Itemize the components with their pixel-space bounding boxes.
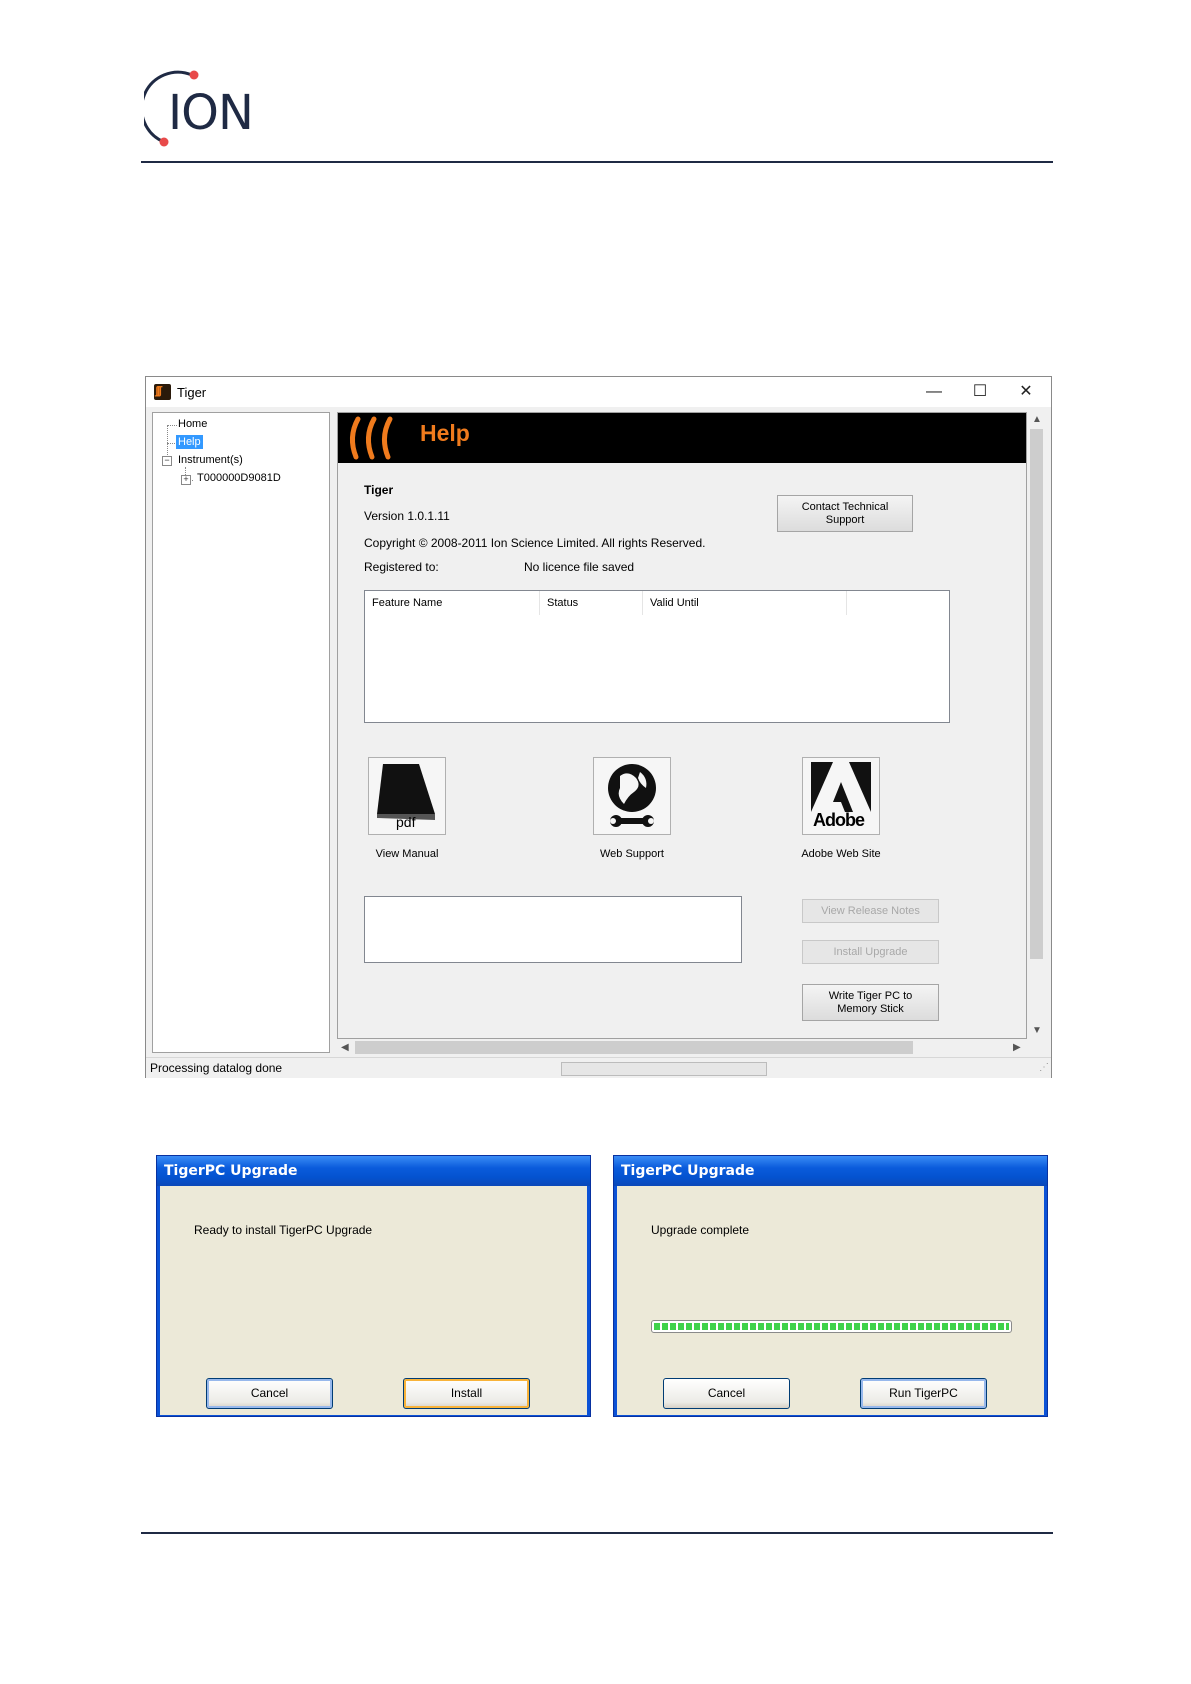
install-upgrade-button: Install Upgrade bbox=[802, 940, 939, 964]
maximize-button[interactable]: ☐ bbox=[957, 377, 1003, 407]
horizontal-scrollbar[interactable]: ◀ ▶ bbox=[337, 1039, 1027, 1056]
registered-label: Registered to: bbox=[364, 560, 439, 574]
upgrade-dialog-ready: TigerPC Upgrade Ready to install TigerPC… bbox=[156, 1155, 591, 1417]
upgrade-dialog-complete: TigerPC Upgrade Upgrade complete Cancel … bbox=[613, 1155, 1048, 1417]
banner-title: Help bbox=[420, 420, 470, 446]
footer-rule bbox=[141, 1532, 1053, 1534]
help-banner: Help bbox=[338, 413, 1026, 463]
cancel-button[interactable]: Cancel bbox=[206, 1378, 333, 1409]
vertical-scrollbar[interactable]: ▲ ▼ bbox=[1028, 412, 1045, 1039]
dialog-message: Upgrade complete bbox=[651, 1223, 750, 1237]
view-release-notes-button: View Release Notes bbox=[802, 899, 939, 923]
help-panel: Help Tiger Version 1.0.1.11 Copyright © … bbox=[337, 412, 1027, 1039]
view-manual-button[interactable]: pdf bbox=[368, 757, 446, 835]
adobe-glyph-text: Adobe bbox=[813, 810, 865, 830]
registered-value: No licence file saved bbox=[524, 560, 635, 574]
adobe-web-site-button[interactable]: Adobe bbox=[802, 757, 880, 835]
tree-item-home[interactable]: Home bbox=[178, 418, 207, 430]
upgrade-progress-bar bbox=[651, 1320, 1012, 1333]
logo-text: ION bbox=[168, 85, 254, 141]
status-bar: Processing datalog done ⋰ bbox=[146, 1057, 1051, 1078]
tiger-app-icon: ʃʃʃ bbox=[154, 384, 171, 400]
dialog-title[interactable]: TigerPC Upgrade bbox=[614, 1156, 1047, 1186]
web-support-label: Web Support bbox=[599, 848, 664, 860]
column-header-valid-until[interactable]: Valid Until bbox=[643, 591, 847, 615]
cancel-button[interactable]: Cancel bbox=[663, 1378, 790, 1409]
column-header-feature-name[interactable]: Feature Name bbox=[365, 591, 540, 615]
horizontal-scroll-thumb[interactable] bbox=[355, 1041, 913, 1054]
tree-item-help[interactable]: Help bbox=[176, 435, 203, 449]
dialog-body: Upgrade complete Cancel Run TigerPC bbox=[617, 1186, 1044, 1415]
globe-wrench-icon bbox=[608, 764, 656, 827]
pdf-glyph-text: pdf bbox=[396, 814, 416, 830]
resize-grip-icon[interactable]: ⋰ bbox=[1039, 1062, 1049, 1073]
vertical-scroll-thumb[interactable] bbox=[1030, 429, 1043, 959]
scroll-down-icon[interactable]: ▼ bbox=[1032, 1025, 1042, 1036]
header-rule bbox=[141, 161, 1053, 163]
status-progress-bar bbox=[561, 1062, 767, 1076]
dialog-body: Ready to install TigerPC Upgrade Cancel … bbox=[160, 1186, 587, 1415]
view-manual-label: View Manual bbox=[375, 848, 439, 860]
scroll-up-icon[interactable]: ▲ bbox=[1032, 414, 1042, 425]
tiger-flames-icon bbox=[350, 416, 393, 460]
adobe-web-site-label: Adobe Web Site bbox=[801, 848, 881, 860]
feature-list[interactable]: Feature Name Status Valid Until bbox=[364, 590, 950, 723]
scroll-left-icon[interactable]: ◀ bbox=[341, 1042, 349, 1053]
tiger-window: ʃʃʃ Tiger — ☐ ✕ Home Help − Instrument(s… bbox=[145, 376, 1052, 1078]
expand-icon[interactable]: + bbox=[181, 475, 191, 485]
navigation-tree[interactable]: Home Help − Instrument(s) + T000000D9081… bbox=[152, 412, 330, 1053]
ion-logo: ION bbox=[144, 70, 264, 152]
minimize-button[interactable]: — bbox=[911, 377, 957, 407]
copyright-text: Copyright © 2008-2011 Ion Science Limite… bbox=[364, 536, 706, 550]
install-button[interactable]: Install bbox=[403, 1378, 530, 1409]
status-text: Processing datalog done bbox=[150, 1061, 283, 1075]
run-tigerpc-button[interactable]: Run TigerPC bbox=[860, 1378, 987, 1409]
upgrade-info-box bbox=[364, 896, 742, 963]
upgrade-progress-fill bbox=[654, 1323, 1009, 1330]
write-memory-stick-button[interactable]: Write Tiger PC to Memory Stick bbox=[802, 984, 939, 1021]
tree-item-instruments[interactable]: Instrument(s) bbox=[178, 454, 243, 466]
window-title: Tiger bbox=[177, 385, 207, 400]
close-button[interactable]: ✕ bbox=[1003, 377, 1049, 407]
version-text: Version 1.0.1.11 bbox=[364, 509, 450, 523]
web-support-button[interactable] bbox=[593, 757, 671, 835]
scroll-right-icon[interactable]: ▶ bbox=[1013, 1042, 1021, 1053]
contact-technical-support-button[interactable]: Contact Technical Support bbox=[777, 495, 913, 532]
dialog-title[interactable]: TigerPC Upgrade bbox=[157, 1156, 590, 1186]
collapse-icon[interactable]: − bbox=[162, 456, 172, 466]
product-name: Tiger bbox=[364, 483, 394, 497]
column-header-status[interactable]: Status bbox=[540, 591, 643, 615]
tree-item-instrument[interactable]: T000000D9081D bbox=[197, 472, 281, 484]
dialog-message: Ready to install TigerPC Upgrade bbox=[194, 1223, 373, 1237]
title-bar[interactable]: ʃʃʃ Tiger — ☐ ✕ bbox=[146, 377, 1051, 407]
